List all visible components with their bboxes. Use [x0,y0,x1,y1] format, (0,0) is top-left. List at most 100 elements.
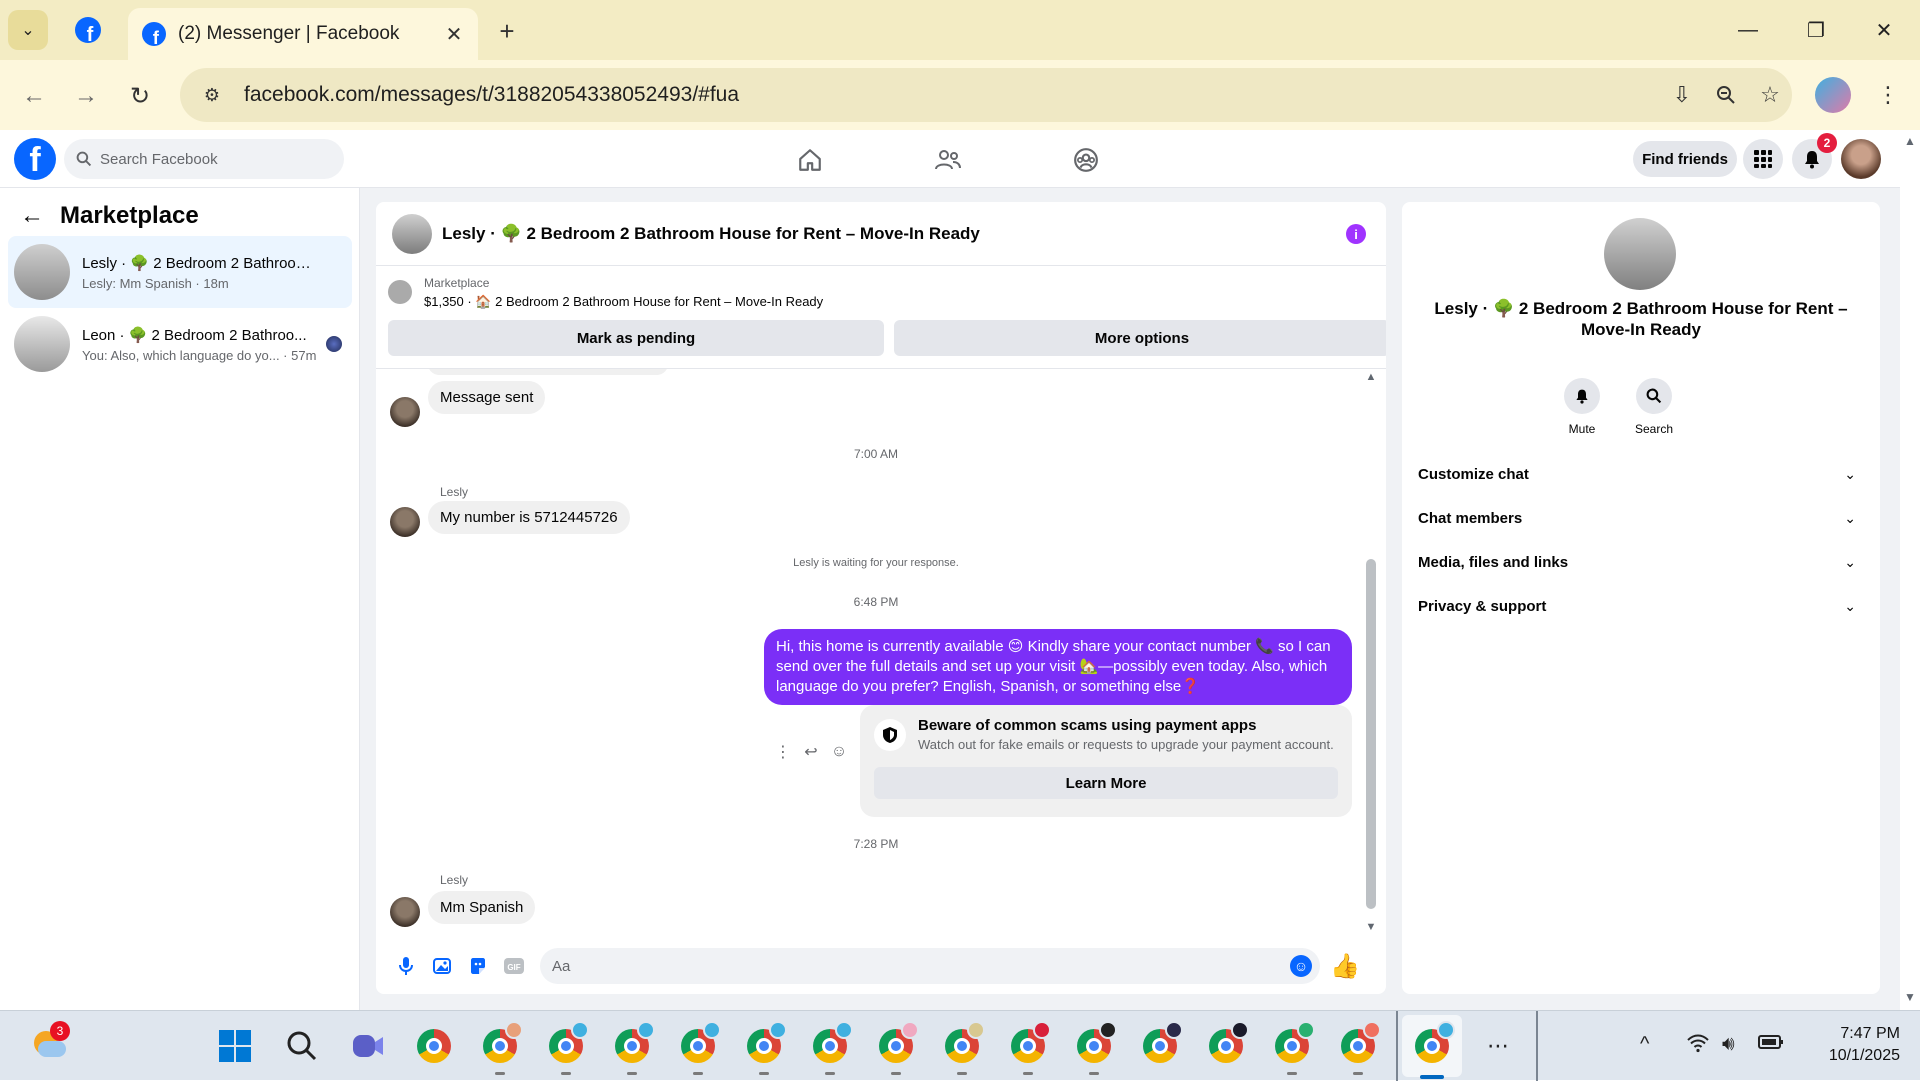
new-tab-button[interactable]: + [490,14,524,48]
scrollbar-thumb[interactable] [1366,559,1376,909]
address-bar[interactable]: ⚙ facebook.com/messages/t/31882054338052… [180,68,1792,122]
outgoing-message-bubble[interactable]: Hi, this home is currently available 😊 K… [764,629,1352,705]
chrome-icon[interactable] [415,1027,453,1065]
row-label: Privacy & support [1418,597,1547,615]
account-avatar[interactable] [1841,139,1881,179]
browser-menu-icon[interactable]: ⋮ [1870,77,1906,113]
message-composer: GIF Aa ☺ 👍 [376,938,1386,994]
scroll-down-arrow[interactable]: ▼ [1364,921,1378,933]
nav-home[interactable] [755,140,865,180]
zoom-icon[interactable] [1704,73,1748,117]
gif-icon[interactable]: GIF [496,948,532,984]
photo-icon[interactable] [424,948,460,984]
browser-profile-avatar[interactable] [1815,77,1851,113]
facebook-logo[interactable]: f [14,138,56,180]
conversation-item[interactable]: Leon · 🌳 2 Bedroom 2 Bathroo... You: Als… [8,308,352,380]
chrome-profile-icon[interactable] [877,1021,919,1075]
chrome-profile-icon[interactable] [481,1021,523,1075]
message-bubble[interactable]: Mm Spanish [428,891,536,924]
reply-icon[interactable]: ↩ [802,743,820,761]
url-text[interactable]: facebook.com/messages/t/3188205433805249… [244,83,1660,107]
info-icon[interactable]: i [1346,224,1366,244]
battery-icon[interactable] [1758,1033,1784,1056]
back-arrow-icon[interactable]: ← [20,202,44,230]
close-window-button[interactable]: ✕ [1862,10,1906,50]
scroll-down-arrow[interactable]: ▼ [1904,990,1916,1004]
mark-as-pending-button[interactable]: Mark as pending [388,320,884,356]
wifi-icon[interactable] [1686,1033,1710,1059]
chrome-profile-icon[interactable] [547,1021,589,1075]
scroll-up-arrow[interactable]: ▲ [1364,371,1378,383]
chrome-profile-icon[interactable] [1207,1021,1249,1065]
system-clock[interactable]: 7:47 PM 10/1/2025 [1800,1023,1900,1067]
chrome-profile-icon[interactable] [1141,1021,1183,1065]
install-app-icon[interactable]: ⇩ [1660,73,1704,117]
conversation-item[interactable]: Lesly · 🌳 2 Bedroom 2 Bathroom ... Lesly… [8,236,352,308]
chat-members-row[interactable]: Chat members ⌄ [1416,498,1866,538]
facebook-pinned-tab[interactable]: f [72,14,104,46]
find-friends-button[interactable]: Find friends [1633,141,1737,177]
chrome-profile-icon[interactable] [613,1021,655,1075]
menu-grid-button[interactable] [1743,139,1783,179]
reload-button[interactable]: ↻ [120,76,160,116]
sticker-icon[interactable] [460,948,496,984]
chrome-profile-icon[interactable] [1273,1021,1315,1075]
emoji-icon[interactable]: ☺ [1290,955,1312,977]
back-button[interactable]: ← [14,76,54,116]
profile-avatar[interactable] [1604,218,1676,290]
search-conversation-button[interactable]: Search [1624,378,1684,436]
chat-title[interactable]: Lesly · 🌳 2 Bedroom 2 Bathroom House for… [442,224,980,244]
row-label: Chat members [1418,509,1523,527]
close-tab-icon[interactable]: ✕ [438,18,470,50]
nav-groups[interactable] [1031,140,1141,180]
conversation-name: Leon · 🌳 2 Bedroom 2 Bathroo... [82,326,307,344]
search-facebook-input[interactable]: Search Facebook [64,139,344,179]
more-actions-icon[interactable]: ⋮ [774,743,792,761]
meet-icon[interactable] [349,1027,387,1065]
more-options-button[interactable]: More options [894,320,1386,356]
media-files-links-row[interactable]: Media, files and links ⌄ [1416,542,1866,582]
thread-scrollbar[interactable]: ▲ ▼ [1364,369,1378,938]
page-scrollbar[interactable]: ▲ ▼ [1900,130,1920,1010]
chrome-profile-icon[interactable] [679,1021,721,1075]
chrome-profile-icon[interactable] [1009,1021,1051,1075]
microphone-icon[interactable] [388,948,424,984]
volume-icon[interactable]: 🔊︎ [1722,1033,1735,1056]
weather-widget-icon[interactable]: 3 [30,1021,70,1063]
chrome-profile-icon[interactable] [811,1021,853,1075]
chrome-active-icon[interactable] [1413,1021,1455,1065]
show-hidden-icons-icon[interactable]: ^ [1640,1033,1649,1056]
learn-more-button[interactable]: Learn More [874,767,1338,799]
profile-name: Lesly · 🌳 2 Bedroom 2 Bathroom House for… [1434,299,1848,339]
forward-button[interactable]: → [66,76,106,116]
chrome-profile-icon[interactable] [1075,1021,1117,1075]
message-input[interactable]: Aa ☺ [540,948,1320,984]
nav-friends[interactable] [893,140,1003,180]
chrome-profile-icon[interactable] [745,1021,787,1075]
more-apps-icon[interactable]: ⋯ [1479,1027,1517,1065]
message-bubble[interactable]: My number is 5712445726 [428,501,630,534]
active-tab[interactable]: f (2) Messenger | Facebook ✕ [128,8,478,60]
scroll-up-arrow[interactable]: ▲ [1904,134,1916,148]
taskbar-separator [1396,1011,1398,1081]
search-icon[interactable] [283,1027,321,1065]
privacy-support-row[interactable]: Privacy & support ⌄ [1416,586,1866,626]
clock-date: 10/1/2025 [1828,1047,1900,1064]
site-info-icon[interactable]: ⚙ [192,75,232,115]
restore-button[interactable]: ❐ [1794,10,1838,50]
tab-search-menu-icon[interactable]: ⌄ [8,10,48,50]
minimize-button[interactable]: — [1726,10,1770,50]
customize-chat-row[interactable]: Customize chat ⌄ [1416,454,1866,494]
listing-summary[interactable]: $1,350 · 🏠 2 Bedroom 2 Bathroom House fo… [424,294,823,310]
chrome-profile-icon[interactable] [943,1021,985,1075]
mute-button[interactable]: Mute [1552,378,1612,436]
bookmark-star-icon[interactable]: ☆ [1748,73,1792,117]
chrome-profile-icon[interactable] [1339,1021,1381,1075]
groups-icon [1074,148,1098,172]
scam-warning-text: Watch out for fake emails or requests to… [918,737,1334,752]
react-emoji-icon[interactable]: ☺ [830,743,848,761]
chat-avatar[interactable] [392,213,432,254]
message-bubble[interactable]: Message sent [428,381,546,414]
start-icon[interactable] [216,1027,254,1065]
thumbs-up-icon[interactable]: 👍 [1330,952,1360,981]
